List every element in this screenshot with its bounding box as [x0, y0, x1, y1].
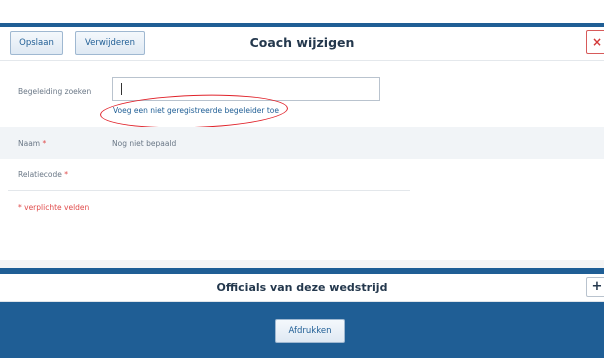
top-band — [0, 0, 604, 23]
relation-label: Relatiecode * — [18, 170, 68, 179]
required-marker: * — [64, 170, 69, 179]
search-label: Begeleiding zoeken — [18, 87, 92, 96]
dialog-title: Coach wijzigen — [249, 35, 355, 50]
print-button[interactable]: Afdrukken — [275, 319, 345, 343]
field-divider — [8, 190, 410, 191]
officials-title: Officials van deze wedstrijd — [216, 281, 388, 294]
close-icon[interactable]: × — [586, 30, 604, 54]
name-label-text: Naam — [18, 139, 41, 148]
text-caret — [121, 83, 122, 95]
required-note: * verplichte velden — [18, 203, 90, 212]
name-row — [0, 127, 604, 159]
required-marker: * — [42, 139, 47, 148]
footer-bar: Afdrukken — [0, 302, 604, 358]
name-label: Naam * — [18, 139, 46, 148]
name-value: Nog niet bepaald — [112, 139, 177, 148]
officials-header: Officials van deze wedstrijd + — [0, 274, 604, 302]
plus-icon[interactable]: + — [586, 277, 604, 297]
dialog-toolbar: Opslaan Verwijderen Coach wijzigen × — [0, 27, 604, 61]
section-gap — [0, 260, 604, 268]
relation-label-text: Relatiecode — [18, 170, 62, 179]
